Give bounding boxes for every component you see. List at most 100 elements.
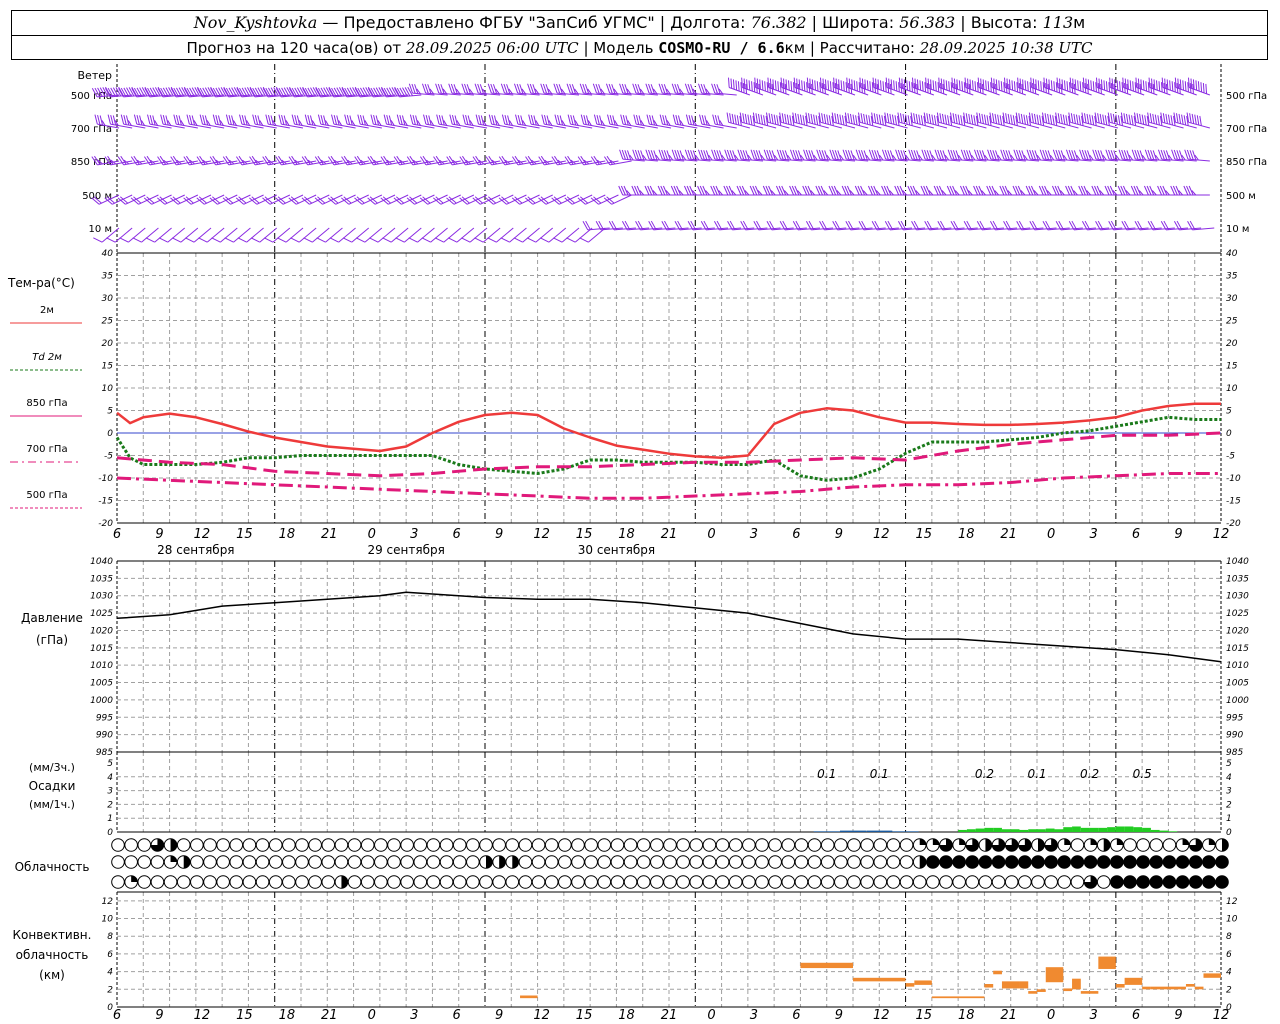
temp-tick-right: 10 bbox=[1226, 384, 1238, 394]
cloud-cover-icon bbox=[544, 838, 559, 852]
wind-barb-feather bbox=[802, 115, 806, 126]
cloud-circle bbox=[426, 855, 441, 869]
cloud-cover-icon bbox=[439, 855, 454, 869]
wind-barb-feather bbox=[1033, 113, 1037, 124]
wind-barb-feather bbox=[553, 237, 563, 243]
wind-barb-feather bbox=[1079, 81, 1082, 92]
cloud-cover-icon bbox=[518, 855, 533, 869]
wind-barb-feather bbox=[1102, 114, 1105, 125]
cloud-circle bbox=[387, 855, 401, 869]
cloud-circle bbox=[505, 875, 520, 889]
time-tick-label: 12 bbox=[533, 527, 550, 542]
cloud-circle bbox=[728, 855, 743, 869]
wind-barb-feather bbox=[987, 81, 990, 92]
wind-barb-feather bbox=[955, 113, 958, 124]
cloud-cover-icon bbox=[702, 855, 717, 869]
pressure-tick-right: 1000 bbox=[1226, 696, 1249, 706]
wind-barb-feather bbox=[843, 81, 845, 92]
temp-tick-left: -10 bbox=[98, 474, 113, 484]
wind-barb-feather bbox=[1177, 78, 1180, 89]
wind-barb-feather bbox=[1200, 82, 1203, 93]
cloud-cover-icon bbox=[268, 855, 283, 869]
cloud-cover-icon bbox=[794, 838, 809, 852]
wind-barb-feather bbox=[355, 237, 366, 243]
wind-barb-feather bbox=[1024, 80, 1027, 91]
wind-barb-feather bbox=[465, 114, 469, 125]
wind-barb-feather bbox=[1148, 77, 1151, 88]
cloud-circle bbox=[899, 838, 914, 852]
cloud-cover-icon bbox=[1044, 855, 1058, 869]
cloud-cover-icon bbox=[282, 875, 296, 889]
cloud-cover-icon bbox=[1057, 838, 1072, 852]
cloud-circle bbox=[702, 838, 717, 852]
cloud-cover-icon bbox=[1136, 875, 1150, 889]
wind-barb-feather bbox=[821, 113, 824, 124]
cloud-circle bbox=[334, 838, 349, 852]
cloud-circle bbox=[991, 855, 1006, 869]
cloud-cover-icon bbox=[1096, 855, 1111, 869]
wind-barb-feather bbox=[1078, 115, 1082, 126]
wind-barb-feather bbox=[1134, 82, 1137, 93]
cloud-circle bbox=[150, 875, 165, 889]
precip-tick-right: 1 bbox=[1226, 814, 1232, 824]
cloud-fill bbox=[183, 855, 191, 869]
wind-barb-feather bbox=[894, 115, 898, 126]
cloud-circle bbox=[834, 855, 848, 869]
time-tick-label: 12 bbox=[873, 527, 890, 542]
time-tick-label: 3 bbox=[750, 1008, 758, 1023]
temp-tick-left: 20 bbox=[102, 339, 114, 349]
cloud-circle bbox=[268, 875, 283, 889]
cloud-cover-icon bbox=[1070, 838, 1085, 852]
cloud-cover-icon bbox=[1162, 875, 1177, 889]
convective-cloud-bar bbox=[1072, 978, 1081, 990]
wind-barb-feather bbox=[579, 237, 589, 243]
cloud-circle bbox=[282, 838, 296, 852]
cloud-circle bbox=[650, 855, 664, 869]
wind-barb-feather bbox=[865, 114, 869, 125]
pressure-tick-right: 1010 bbox=[1226, 661, 1249, 671]
cloud-cover-icon bbox=[426, 875, 441, 889]
wind-barb bbox=[1188, 77, 1211, 96]
wind-barb-feather bbox=[786, 114, 790, 125]
cloud-cover-icon bbox=[1044, 838, 1058, 852]
cloud-cover-icon bbox=[1149, 838, 1164, 852]
cloud-cover-icon bbox=[676, 875, 690, 889]
cloud-circle bbox=[636, 838, 651, 852]
cloud-circle bbox=[176, 875, 191, 889]
wind-barb-feather bbox=[1184, 81, 1187, 92]
wind-barb-feather bbox=[1123, 113, 1126, 124]
cloud-cover-icon bbox=[347, 838, 362, 852]
conv-tick-left: 6 bbox=[107, 950, 113, 960]
wind-barb-feather bbox=[919, 80, 922, 91]
cloud-circle bbox=[663, 855, 677, 869]
wind-barb-feather bbox=[1068, 82, 1071, 93]
wind-barb-feather bbox=[847, 113, 850, 124]
cloud-cover-icon bbox=[623, 875, 638, 889]
cloud-circle bbox=[321, 838, 336, 852]
wind-barb-feather bbox=[878, 114, 882, 125]
time-tick-label: 0 bbox=[368, 1008, 376, 1023]
wind-barb-feather bbox=[980, 78, 982, 89]
wind-barb-feather bbox=[801, 80, 803, 91]
precip-bar-1h bbox=[1019, 829, 1029, 832]
wind-barb-feather bbox=[833, 77, 835, 88]
cloud-circle bbox=[216, 838, 230, 852]
cloud-circle bbox=[439, 838, 454, 852]
cloud-cover-icon bbox=[452, 855, 467, 869]
cloud-cover-icon bbox=[544, 875, 559, 889]
cloud-cover-icon bbox=[571, 875, 585, 889]
temp-tick-right: 15 bbox=[1226, 362, 1238, 372]
time-tick-label: 9 bbox=[495, 1008, 503, 1023]
wind-barb-feather bbox=[1036, 114, 1040, 125]
temp-tick-right: -20 bbox=[1226, 519, 1241, 529]
wind-barb-feather bbox=[699, 114, 703, 125]
cloud-cover-icon bbox=[676, 855, 690, 869]
wind-barb-feather bbox=[1112, 113, 1116, 124]
wind-barb-feather bbox=[735, 80, 738, 91]
convective-cloud-bar bbox=[520, 995, 538, 999]
cloud-fill bbox=[170, 855, 177, 862]
time-tick-label: 6 bbox=[453, 1008, 461, 1023]
cloud-cover-icon bbox=[426, 855, 441, 869]
wind-barb-feather bbox=[1117, 115, 1121, 126]
wind-barb-feather bbox=[1082, 82, 1084, 93]
